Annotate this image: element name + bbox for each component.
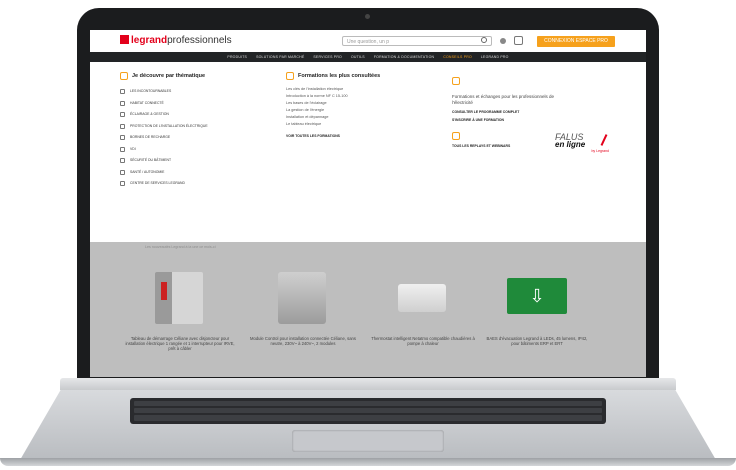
product-card[interactable]: Thermostat intelligent Netatmo compatibl… <box>368 262 478 372</box>
formation-link[interactable]: La gestion de l'énergie <box>286 107 436 114</box>
webcam-icon <box>365 14 370 19</box>
thematic-item-label: Sécurité du bâtiment <box>130 158 172 162</box>
legrand-logo[interactable]: legrandprofessionnels <box>120 35 232 46</box>
thematic-column: Je découvre par thématique Les incontour… <box>120 72 280 190</box>
thematic-item[interactable]: Sécurité du bâtiment <box>120 155 280 167</box>
product-caption: Module Control pour installation connect… <box>250 336 356 347</box>
thematic-item-label: Habitat connecté <box>130 100 164 105</box>
badge-main: en ligne <box>555 140 586 149</box>
list-bullet-icon <box>120 146 125 152</box>
play-icon <box>452 132 460 140</box>
main-nav: PRODUITS SOLUTIONS PAR MARCHÉ SERVICES P… <box>90 52 646 62</box>
laptop-hinge <box>60 378 676 390</box>
product-image <box>398 284 446 312</box>
thematic-item[interactable]: Santé / Autonomie <box>120 167 280 179</box>
thematic-item-label: Bornes de recharge <box>130 135 171 139</box>
thematic-item-label: Les incontournables <box>130 89 172 93</box>
list-bullet-icon <box>120 158 125 164</box>
product-card[interactable]: Tableau de démarrage Céliane avec disjon… <box>125 262 235 372</box>
thematic-title: Je découvre par thématique <box>120 72 280 80</box>
thematic-item-label: Protection de l'installation électrique <box>130 123 208 128</box>
mega-menu: Je découvre par thématique Les incontour… <box>90 62 646 242</box>
product-card[interactable]: Module Control pour installation connect… <box>248 262 358 372</box>
lightbulb-icon <box>120 72 128 80</box>
thematic-item[interactable]: Les incontournables <box>120 86 280 98</box>
nav-item-outils[interactable]: OUTILS <box>351 55 365 59</box>
product-card[interactable]: ⇩ BAES d'évacuation Legrand à LEDs, 45 l… <box>482 262 592 372</box>
list-bullet-icon <box>120 181 125 187</box>
list-bullet-icon <box>120 169 125 175</box>
replays-link[interactable]: Tous les replays et webinars <box>452 144 572 148</box>
thematic-item[interactable]: Éclairage & gestion <box>120 109 280 121</box>
nav-item-formation[interactable]: FORMATION & DOCUMENTATION <box>374 55 434 59</box>
badge-sub: by Legrand <box>591 149 609 153</box>
list-bullet-icon <box>120 123 125 129</box>
list-bullet-icon <box>120 112 125 118</box>
product-image <box>278 272 326 324</box>
logo-suffix: professionnels <box>167 35 232 46</box>
thematic-title-text: Je découvre par thématique <box>132 73 206 79</box>
thematic-item-label: Santé / Autonomie <box>130 169 165 174</box>
formation-link[interactable]: Les clés de l'installation électrique <box>286 86 436 93</box>
formation-link[interactable]: Les bases de l'éclairage <box>286 100 436 107</box>
cart-icon[interactable] <box>514 36 523 45</box>
dimmed-content: Les nouveautés Legrand à la une ce mois-… <box>90 242 646 377</box>
search-icon[interactable] <box>481 37 487 43</box>
product-caption: Thermostat intelligent Netatmo compatibl… <box>371 336 475 347</box>
nav-item-solutions[interactable]: SOLUTIONS PAR MARCHÉ <box>256 55 304 59</box>
formation-link[interactable]: Introduction à la norme NF C 15-100 <box>286 93 436 100</box>
laptop-screen: legrandprofessionnels Une question, un p… <box>90 30 646 377</box>
calendar-icon <box>286 72 294 80</box>
product-caption: Tableau de démarrage Céliane avec disjon… <box>125 336 235 352</box>
laptop-base <box>0 378 736 470</box>
program-link[interactable]: Consulter le programme complet <box>452 110 572 114</box>
register-link[interactable]: S'inscrire à une formation <box>452 118 572 122</box>
formations-title-text: Formations les plus consultées <box>298 73 381 79</box>
formation-link[interactable]: Le tableau électrique <box>286 121 436 128</box>
touchpad <box>292 430 444 452</box>
training-description: Formations et échanges pour les professi… <box>452 94 555 105</box>
product-caption: BAES d'évacuation Legrand à LEDs, 45 lum… <box>486 336 588 347</box>
laptop-lip <box>0 458 736 466</box>
thematic-item-label: VDI <box>130 146 136 151</box>
search-input[interactable]: Une question, un p <box>342 36 492 46</box>
nav-item-legrand-pro[interactable]: LEGRAND PRO <box>481 55 509 59</box>
en-ligne-badge[interactable]: FALUS en ligne by Legrand <box>555 132 615 164</box>
formation-link[interactable]: Installation et dépannage <box>286 114 436 121</box>
list-bullet-icon <box>120 89 125 95</box>
formations-title: Formations les plus consultées <box>286 72 436 80</box>
location-icon[interactable] <box>500 38 506 44</box>
product-image <box>155 272 203 324</box>
logo-brand: legrand <box>131 35 168 46</box>
nav-item-services[interactable]: SERVICES PRO <box>313 55 342 59</box>
nav-item-conseils[interactable]: CONSEILS PRO <box>443 55 472 59</box>
section-heading: Les nouveautés Legrand à la une ce mois-… <box>145 245 216 249</box>
nav-item-produits[interactable]: PRODUITS <box>227 55 247 59</box>
thematic-item-label: Centre de services Legrand <box>130 181 185 185</box>
formations-column: Formations les plus consultées Les clés … <box>286 72 436 138</box>
chat-icon <box>452 77 460 85</box>
list-bullet-icon <box>120 135 125 141</box>
pro-space-button[interactable]: CONNEXION ESPACE PRO <box>537 36 615 47</box>
thematic-item[interactable]: VDI <box>120 144 280 156</box>
thematic-item[interactable]: Bornes de recharge <box>120 132 280 144</box>
training-column: Formations et échanges pour les professi… <box>452 72 572 148</box>
thematic-item[interactable]: Habitat connecté <box>120 98 280 110</box>
list-bullet-icon <box>120 100 125 106</box>
keyboard <box>130 398 606 424</box>
exit-sign-icon: ⇩ <box>507 278 567 314</box>
logo-square-icon <box>120 35 129 44</box>
thematic-item-label: Éclairage & gestion <box>130 112 169 116</box>
thematic-item[interactable]: Centre de services Legrand <box>120 178 280 190</box>
site-header: legrandprofessionnels Une question, un p… <box>90 30 646 52</box>
thematic-item[interactable]: Protection de l'installation électrique <box>120 121 280 133</box>
all-formations-link[interactable]: Voir toutes les formations <box>286 134 436 138</box>
